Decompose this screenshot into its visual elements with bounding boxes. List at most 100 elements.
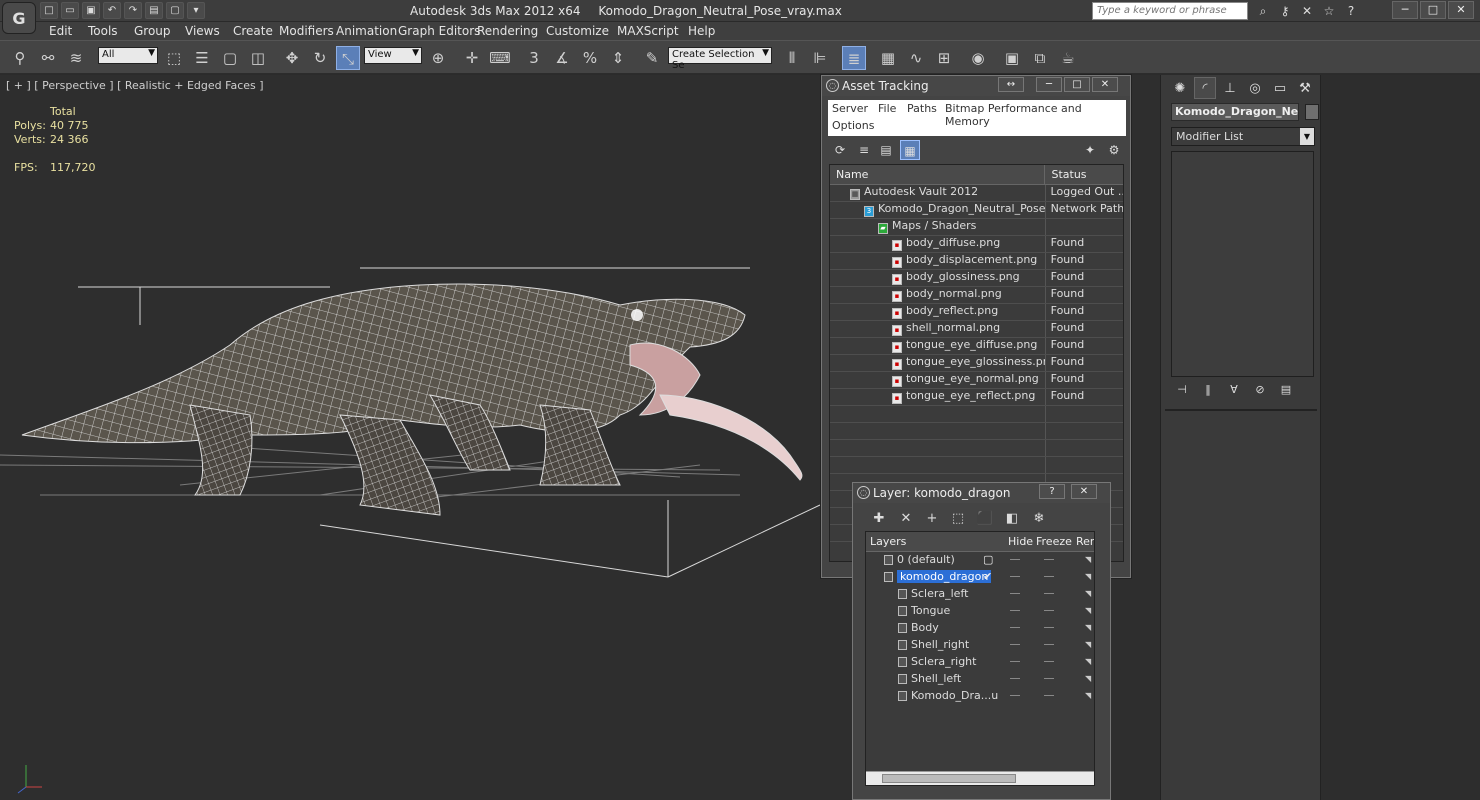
make-unique-icon[interactable]: ∀ <box>1225 381 1243 399</box>
named-selection-sets-dropdown[interactable]: Create Selection Se ▼ <box>668 47 772 71</box>
rendered-frame-window-icon[interactable]: ⧉ <box>1028 46 1052 70</box>
name-column-header[interactable]: Name <box>830 165 1046 184</box>
project-folder-icon[interactable]: ▢ <box>166 2 184 19</box>
asset-row[interactable]: ▪ tongue_eye_diffuse.png Found <box>830 338 1123 355</box>
toggle-dash[interactable] <box>1010 678 1020 679</box>
render-teapot-icon[interactable]: ◥ <box>1085 606 1092 615</box>
motion-tab-icon[interactable]: ◎ <box>1244 77 1266 99</box>
layer-object-row[interactable]: Sclera_right ◥ <box>866 654 1094 671</box>
help-icon[interactable]: ? <box>1342 2 1360 20</box>
render-production-icon[interactable]: ☕ <box>1056 46 1080 70</box>
open-file-icon[interactable]: ▭ <box>61 2 79 19</box>
layer-help-button[interactable]: ? <box>1039 484 1065 499</box>
layer-dialog-titlebar[interactable]: ◌ Layer: komodo_dragon ? ✕ <box>853 483 1110 503</box>
toggle-dash[interactable] <box>1010 593 1020 594</box>
layer-name[interactable]: Tongue <box>911 604 950 617</box>
communication-icon[interactable]: ✕ <box>1298 2 1316 20</box>
spinner-snap-icon[interactable]: ⇕ <box>606 46 630 70</box>
layer-name[interactable]: Shell_right <box>911 638 969 651</box>
menu-animation[interactable]: Animation <box>336 24 397 38</box>
bind-to-spacewarp-icon[interactable]: ≋ <box>64 46 88 70</box>
select-highlighted-icon[interactable]: ⬚ <box>948 509 968 529</box>
freeze-column-header[interactable]: Freeze <box>1036 535 1072 548</box>
keyword-search-input[interactable]: Type a keyword or phrase <box>1092 2 1248 20</box>
toggle-dash[interactable] <box>1044 644 1054 645</box>
layer-object-row[interactable]: Tongue ◥ <box>866 603 1094 620</box>
menu-modifiers[interactable]: Modifiers <box>279 24 334 38</box>
asset-row[interactable]: ▪ shell_normal.png Found <box>830 321 1123 338</box>
asset-row[interactable]: ▪ tongue_eye_reflect.png Found <box>830 389 1123 406</box>
favorites-star-icon[interactable]: ☆ <box>1320 2 1338 20</box>
render-teapot-icon[interactable]: ◥ <box>1085 589 1092 598</box>
toggle-dash[interactable] <box>1044 661 1054 662</box>
new-file-icon[interactable]: □ <box>40 2 58 19</box>
unlink-selection-icon[interactable]: ⚯ <box>36 46 60 70</box>
layer-name[interactable]: 0 (default) <box>897 553 955 566</box>
toggle-dash[interactable] <box>1010 627 1020 628</box>
asset-row[interactable]: ▪ body_displacement.png Found <box>830 253 1123 270</box>
minimize-button[interactable]: ─ <box>1392 1 1418 19</box>
resize-icon[interactable]: ↔ <box>998 77 1024 92</box>
menu-graph-editors[interactable]: Graph Editors <box>398 24 480 38</box>
toggle-dash[interactable] <box>1010 661 1020 662</box>
layer-manager-icon[interactable]: ≣ <box>842 46 866 70</box>
menu-help[interactable]: Help <box>688 24 715 38</box>
detail-view-icon[interactable]: ▤ <box>876 140 896 160</box>
window-crossing-icon[interactable]: ◫ <box>246 46 270 70</box>
modifier-list-dropdown[interactable]: Modifier List ▼ <box>1171 127 1315 146</box>
rectangular-selection-icon[interactable]: ▢ <box>218 46 242 70</box>
graphite-modeling-icon[interactable]: ▦ <box>876 46 900 70</box>
utilities-tab-icon[interactable]: ⚒ <box>1294 77 1316 99</box>
select-and-rotate-icon[interactable]: ↻ <box>308 46 332 70</box>
percent-snap-icon[interactable]: % <box>578 46 602 70</box>
menu-paths[interactable]: Paths <box>907 102 937 115</box>
set-current-box-icon[interactable]: ▢ <box>983 553 993 566</box>
layers-column-header[interactable]: Layers <box>870 535 906 548</box>
hide-unhide-all-icon[interactable]: ◧ <box>1002 509 1022 529</box>
asset-tracking-titlebar[interactable]: ◌ Asset Tracking ↔ ─ □ ✕ <box>822 76 1130 96</box>
render-teapot-icon[interactable]: ◥ <box>1085 623 1092 632</box>
create-tab-icon[interactable]: ✺ <box>1169 77 1191 99</box>
table-view-icon[interactable]: ▦ <box>900 140 920 160</box>
mirror-icon[interactable]: ⫴ <box>780 46 804 70</box>
toggle-dash[interactable] <box>1044 593 1054 594</box>
layer-name[interactable]: Sclera_right <box>911 655 976 668</box>
asset-row[interactable]: ▰ Maps / Shaders <box>830 219 1123 236</box>
menu-customize[interactable]: Customize <box>546 24 609 38</box>
layer-object-row[interactable]: Body ◥ <box>866 620 1094 637</box>
toggle-dash[interactable] <box>1044 610 1054 611</box>
render-teapot-icon[interactable]: ◥ <box>1085 691 1092 700</box>
toggle-dash[interactable] <box>1010 576 1020 577</box>
render-teapot-icon[interactable]: ◥ <box>1085 572 1092 581</box>
dialog-close-button[interactable]: ✕ <box>1092 77 1118 92</box>
toggle-dash[interactable] <box>1010 610 1020 611</box>
hold-icon[interactable]: ▤ <box>145 2 163 19</box>
render-setup-icon[interactable]: ▣ <box>1000 46 1024 70</box>
delete-layer-icon[interactable]: ✕ <box>896 509 916 529</box>
toggle-dash[interactable] <box>1010 644 1020 645</box>
render-teapot-icon[interactable]: ◥ <box>1085 674 1092 683</box>
display-tab-icon[interactable]: ▭ <box>1269 77 1291 99</box>
viewport-label-menu[interactable]: [ + ] [ Perspective ] [ Realistic + Edge… <box>6 79 264 92</box>
asset-row[interactable]: ▪ body_reflect.png Found <box>830 304 1123 321</box>
select-and-move-icon[interactable]: ✥ <box>280 46 304 70</box>
layer-object-row[interactable]: Sclera_left ◥ <box>866 586 1094 603</box>
list-view-icon[interactable]: ≡ <box>854 140 874 160</box>
undo-icon[interactable]: ↶ <box>103 2 121 19</box>
menu-rendering[interactable]: Rendering <box>477 24 538 38</box>
material-editor-icon[interactable]: ◉ <box>966 46 990 70</box>
asset-row[interactable]: ▪ tongue_eye_glossiness.png Found <box>830 355 1123 372</box>
save-file-icon[interactable]: ▣ <box>82 2 100 19</box>
asset-row[interactable]: ▪ body_normal.png Found <box>830 287 1123 304</box>
highlight-editable-icon[interactable]: ✦ <box>1080 140 1100 160</box>
schematic-view-icon[interactable]: ⊞ <box>932 46 956 70</box>
snaps-toggle-icon[interactable]: 3 <box>522 46 546 70</box>
show-help-icon[interactable]: ⚙ <box>1104 140 1124 160</box>
select-and-link-icon[interactable]: ⚲ <box>8 46 32 70</box>
align-icon[interactable]: ⊫ <box>808 46 832 70</box>
object-color-swatch[interactable] <box>1305 104 1319 120</box>
toggle-dash[interactable] <box>1044 695 1054 696</box>
modify-tab-icon[interactable]: ◜ <box>1194 77 1216 99</box>
select-and-manipulate-icon[interactable]: ✛ <box>460 46 484 70</box>
layer-name[interactable]: Shell_left <box>911 672 961 685</box>
